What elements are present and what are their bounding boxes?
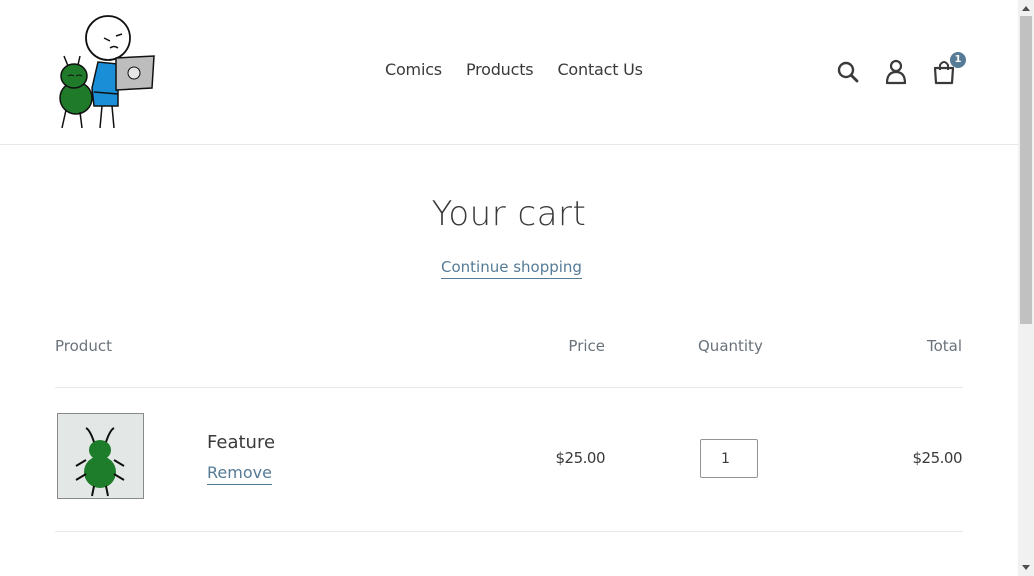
vertical-scrollbar[interactable] [1018, 0, 1034, 576]
cart-button[interactable]: 1 [930, 52, 966, 86]
column-header-quantity: Quantity [698, 337, 763, 355]
quantity-input[interactable] [700, 439, 758, 478]
site-header: Comics Products Contact Us 1 [0, 0, 1018, 145]
main-nav: Comics Products Contact Us [385, 60, 643, 79]
page-title: Your cart [431, 194, 587, 234]
table-divider [55, 387, 963, 388]
nav-item-comics[interactable]: Comics [385, 60, 442, 79]
account-button[interactable] [882, 58, 910, 86]
continue-shopping-link[interactable]: Continue shopping [441, 258, 582, 279]
item-total: $25.00 [912, 449, 963, 467]
column-header-price: Price [568, 337, 605, 355]
scrollbar-thumb[interactable] [1020, 16, 1032, 324]
scroll-up-arrow[interactable] [1022, 6, 1030, 11]
logo-illustration [59, 15, 155, 129]
account-icon [885, 59, 907, 85]
search-icon [837, 61, 859, 83]
header-icons: 1 [834, 52, 966, 86]
nav-item-products[interactable]: Products [466, 60, 534, 79]
nav-item-contact-us[interactable]: Contact Us [557, 60, 643, 79]
search-button[interactable] [834, 58, 862, 86]
remove-item-link[interactable]: Remove [207, 463, 272, 485]
product-thumbnail[interactable] [57, 413, 144, 499]
site-logo[interactable] [54, 14, 156, 130]
column-header-total: Total [926, 337, 962, 355]
cart-page: Comics Products Contact Us 1 Your cart C… [0, 0, 1018, 576]
table-divider-bottom [55, 531, 963, 532]
item-price: $25.00 [555, 449, 606, 467]
scroll-down-arrow[interactable] [1022, 565, 1030, 570]
cart-count-badge: 1 [950, 52, 966, 68]
product-name[interactable]: Feature [207, 432, 275, 453]
column-header-product: Product [55, 337, 112, 355]
product-image [58, 414, 143, 498]
